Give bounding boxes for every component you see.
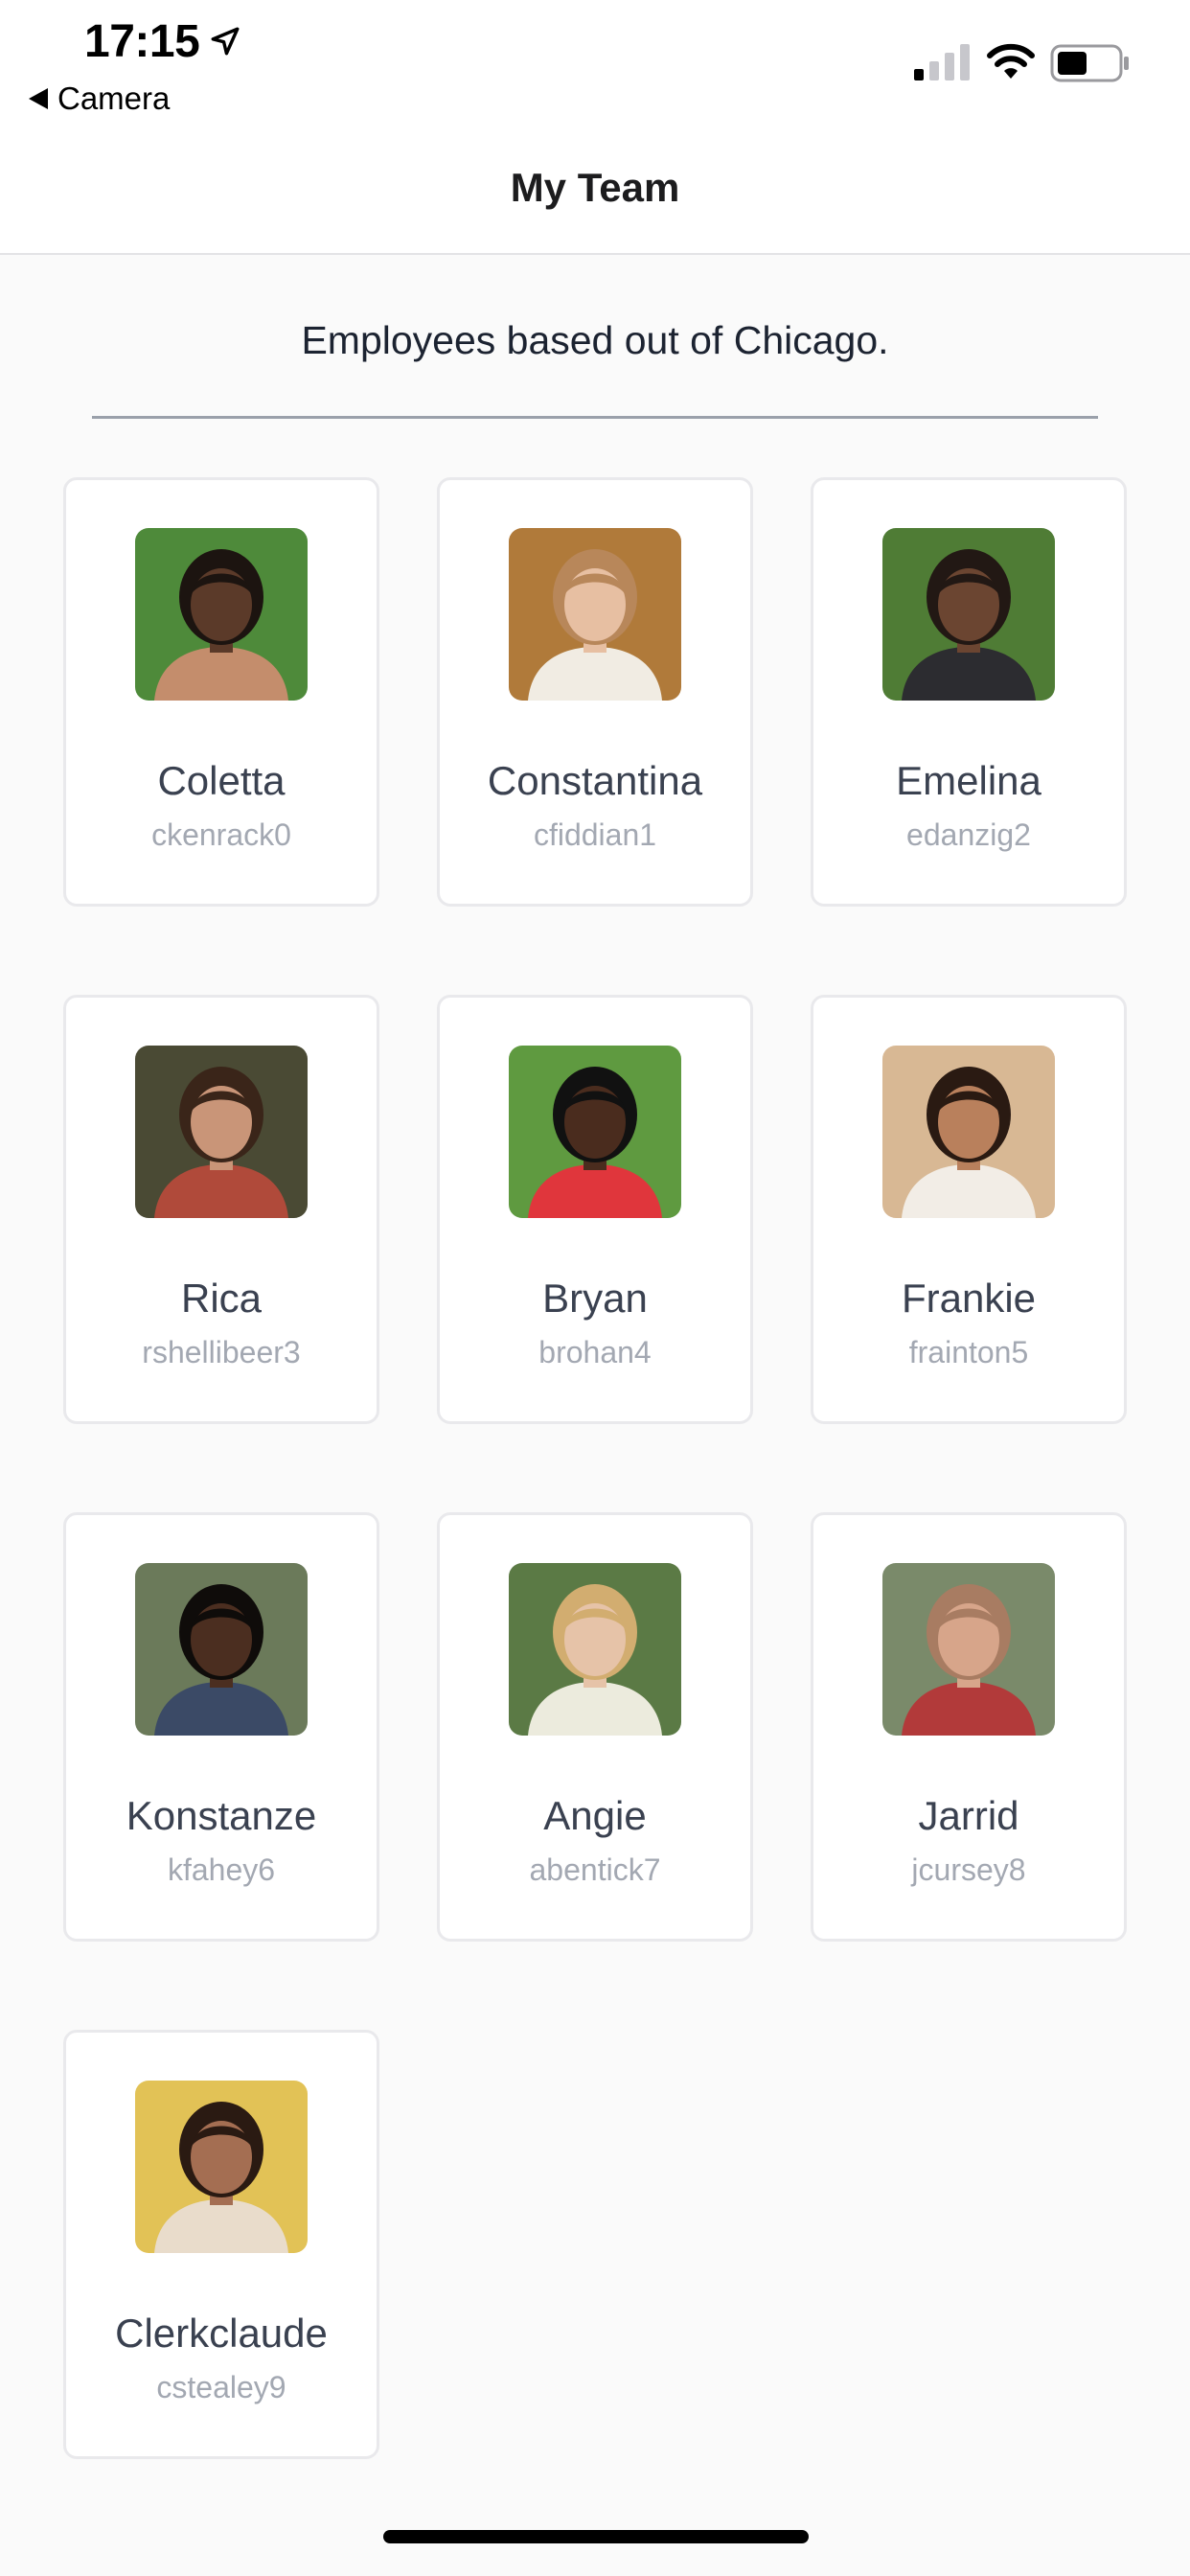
employee-name: Emelina bbox=[896, 758, 1041, 803]
status-time: 17:15 bbox=[84, 16, 200, 67]
employee-name: Angie bbox=[543, 1793, 647, 1838]
page-title: My Team bbox=[510, 165, 680, 210]
employee-username: ckenrack0 bbox=[151, 817, 291, 852]
employee-avatar bbox=[135, 1046, 308, 1218]
employee-avatar bbox=[135, 2081, 308, 2253]
employee-card[interactable]: Rica rshellibeer3 bbox=[63, 995, 379, 1424]
back-to-camera[interactable]: Camera bbox=[29, 80, 170, 117]
employee-name: Bryan bbox=[542, 1276, 648, 1321]
wifi-icon bbox=[987, 43, 1035, 79]
employee-username: cstealey9 bbox=[156, 2370, 286, 2404]
employee-name: Konstanze bbox=[126, 1793, 317, 1838]
employee-avatar bbox=[509, 528, 681, 701]
employee-card[interactable]: Clerkclaude cstealey9 bbox=[63, 2030, 379, 2459]
employee-username: abentick7 bbox=[529, 1852, 661, 1887]
employee-card[interactable]: Emelina edanzig2 bbox=[811, 477, 1127, 907]
navigation-bar: My Team bbox=[0, 144, 1190, 255]
status-bar: 17:15 Camera bbox=[0, 0, 1190, 144]
employee-name: Frankie bbox=[901, 1276, 1037, 1321]
team-subtitle: Employees based out of Chicago. bbox=[301, 318, 889, 362]
employee-username: jcursey8 bbox=[911, 1852, 1026, 1887]
cellular-signal-icon bbox=[914, 44, 970, 80]
employee-card[interactable]: Frankie frainton5 bbox=[811, 995, 1127, 1424]
battery-icon bbox=[1050, 44, 1129, 82]
back-app-label: Camera bbox=[57, 80, 171, 116]
employee-avatar bbox=[135, 528, 308, 701]
location-arrow-icon bbox=[211, 27, 240, 56]
employee-username: brohan4 bbox=[538, 1335, 652, 1369]
employee-username: rshellibeer3 bbox=[142, 1335, 301, 1369]
back-triangle-icon bbox=[29, 88, 48, 109]
employee-card[interactable]: Coletta ckenrack0 bbox=[63, 477, 379, 907]
home-indicator[interactable] bbox=[383, 2530, 809, 2543]
employee-name: Clerkclaude bbox=[115, 2311, 328, 2356]
employee-avatar bbox=[882, 1046, 1055, 1218]
employee-avatar bbox=[882, 528, 1055, 701]
employee-card[interactable]: Angie abentick7 bbox=[437, 1512, 753, 1942]
employee-username: kfahey6 bbox=[167, 1852, 276, 1887]
employee-name: Coletta bbox=[157, 758, 286, 803]
employee-name: Jarrid bbox=[918, 1793, 1019, 1838]
employee-name: Constantina bbox=[487, 758, 703, 803]
employee-username: cfiddian1 bbox=[533, 817, 657, 852]
employee-name: Rica bbox=[180, 1276, 263, 1321]
employee-username: frainton5 bbox=[908, 1335, 1029, 1369]
employee-grid: Coletta ckenrack0 Constantina cfiddian1 Emel… bbox=[63, 477, 1127, 2459]
employee-card[interactable]: Jarrid jcursey8 bbox=[811, 1512, 1127, 1942]
employee-avatar bbox=[509, 1046, 681, 1218]
employee-card[interactable]: Constantina cfiddian1 bbox=[437, 477, 753, 907]
employee-avatar bbox=[882, 1563, 1055, 1736]
employee-avatar bbox=[135, 1563, 308, 1736]
employee-card[interactable]: Bryan brohan4 bbox=[437, 995, 753, 1424]
employee-avatar bbox=[509, 1563, 681, 1736]
employee-username: edanzig2 bbox=[906, 817, 1031, 852]
subtitle-divider bbox=[92, 416, 1098, 419]
employee-card[interactable]: Konstanze kfahey6 bbox=[63, 1512, 379, 1942]
